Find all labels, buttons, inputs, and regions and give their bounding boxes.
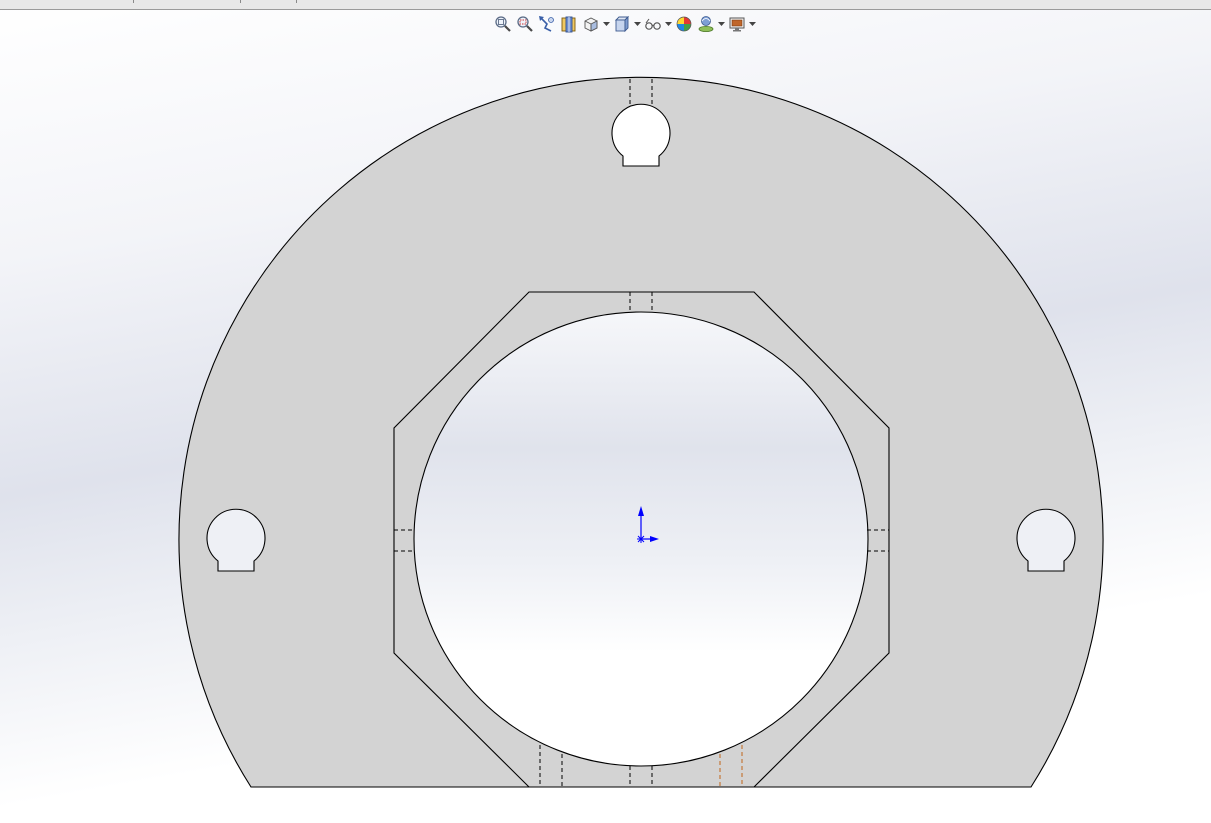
hide-show-items-dropdown[interactable] [664, 14, 673, 34]
view-orientation-icon [584, 17, 598, 32]
view-settings-button[interactable] [726, 14, 748, 34]
view-settings-dropdown[interactable] [748, 14, 757, 34]
zoom-to-area-button[interactable] [514, 14, 536, 34]
apply-scene-button[interactable] [695, 14, 717, 34]
chevron-down-icon [634, 21, 641, 26]
chevron-down-icon [718, 21, 725, 26]
part-drawing[interactable] [0, 0, 1211, 823]
previous-view-button[interactable] [536, 14, 558, 34]
chevron-down-icon [603, 21, 610, 26]
view-orientation-button[interactable] [580, 14, 602, 34]
zoom-to-fit-button[interactable] [492, 14, 514, 34]
chevron-down-icon [665, 21, 672, 26]
hide-show-items-button[interactable] [642, 14, 664, 34]
heads-up-view-toolbar [492, 13, 757, 35]
previous-view-icon [539, 16, 554, 32]
zoom-to-area-icon [517, 16, 533, 32]
chevron-down-icon [749, 21, 756, 26]
edit-appearance-button[interactable] [673, 14, 695, 34]
edit-appearance-icon [676, 16, 692, 32]
zoom-to-fit-icon [495, 16, 511, 32]
section-view-icon [561, 16, 576, 33]
hide-show-items-icon [645, 18, 661, 30]
view-orientation-dropdown[interactable] [602, 14, 611, 34]
display-style-dropdown[interactable] [633, 14, 642, 34]
apply-scene-icon [698, 16, 714, 32]
section-view-button[interactable] [558, 14, 580, 34]
display-style-button[interactable] [611, 14, 633, 34]
graphics-area[interactable] [0, 0, 1211, 823]
view-settings-icon [729, 17, 745, 32]
apply-scene-dropdown[interactable] [717, 14, 726, 34]
display-style-icon [614, 15, 630, 33]
